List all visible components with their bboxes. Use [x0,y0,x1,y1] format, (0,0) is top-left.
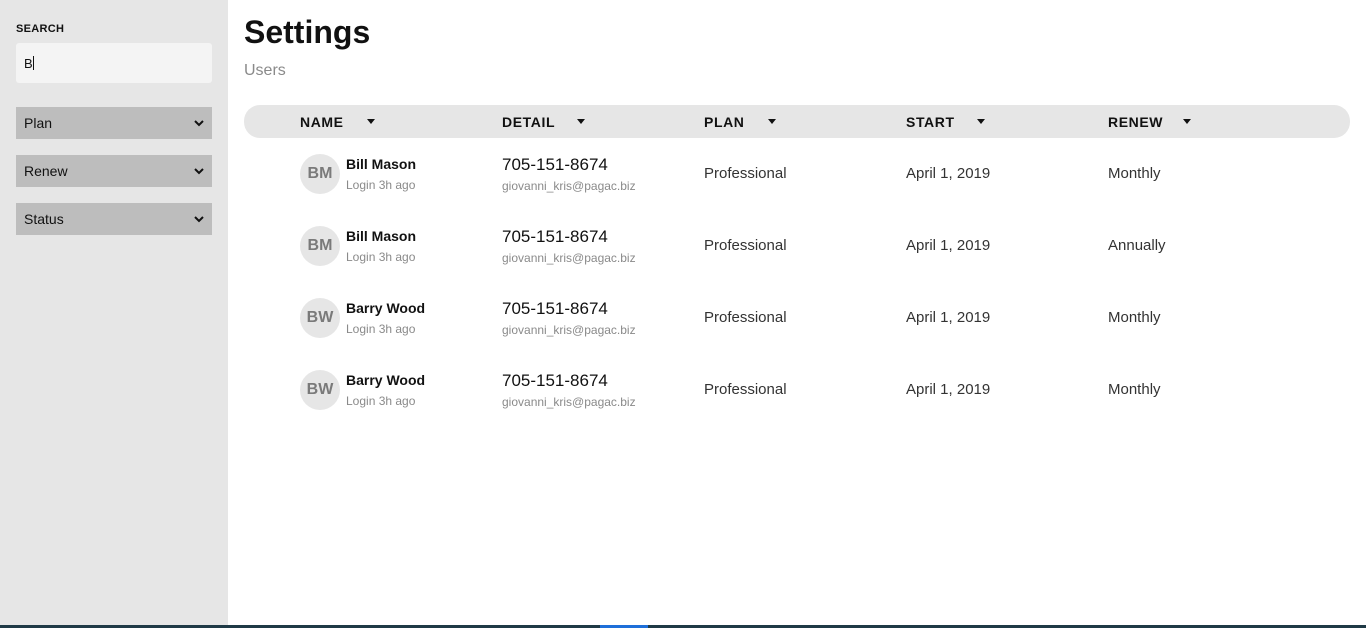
search-label: SEARCH [16,23,65,35]
app-window: SEARCH Plan Renew Status Settings Users [0,0,1366,628]
email-address: giovanni_kris@pagac.biz [502,251,636,265]
phone-number: 705-151-8674 [502,299,608,318]
renew-filter-dropdown[interactable]: Renew [16,155,212,187]
plan-filter-dropdown[interactable]: Plan [16,107,212,139]
status-filter-dropdown[interactable]: Status [16,203,212,235]
search-input[interactable] [16,43,212,83]
status-filter-label: Status [24,211,64,227]
avatar: BM [300,226,340,266]
plan-value: Professional [704,381,787,398]
plan-filter-label: Plan [24,115,53,131]
table-row[interactable]: BM Bill Mason Login 3h ago 705-151-8674 … [244,210,1350,282]
sort-arrow-icon [1183,119,1191,124]
user-name: Barry Wood [346,300,426,316]
plan-value: Professional [704,237,787,254]
renew-value: Monthly [1108,165,1161,182]
column-header-plan[interactable]: PLAN [704,105,794,138]
user-name: Barry Wood [346,372,426,388]
email-address: giovanni_kris@pagac.biz [502,179,636,193]
sort-arrow-icon [577,119,585,124]
column-header-label: RENEW [1108,113,1164,130]
last-login: Login 3h ago [346,394,416,408]
column-header-label: DETAIL [502,113,556,130]
chevron-down-icon [194,166,204,176]
avatar: BM [300,154,340,194]
last-login: Login 3h ago [346,178,416,192]
chevron-down-icon [194,118,204,128]
page-title: Settings [244,14,371,50]
column-header-label: NAME [300,113,344,130]
column-header-detail[interactable]: DETAIL [502,105,592,138]
phone-number: 705-151-8674 [502,155,608,174]
phone-number: 705-151-8674 [502,371,608,390]
start-date: April 1, 2019 [906,309,991,326]
user-name: Bill Mason [346,156,417,172]
user-name: Bill Mason [346,228,417,244]
text-cursor [33,56,34,70]
column-header-start[interactable]: START [906,105,996,138]
sidebar: SEARCH Plan Renew Status [0,0,228,625]
column-header-renew[interactable]: RENEW [1108,105,1198,138]
start-date: April 1, 2019 [906,165,991,182]
sort-arrow-icon [768,119,776,124]
table-row[interactable]: BW Barry Wood Login 3h ago 705-151-8674 … [244,282,1350,354]
main-content: Settings Users NAME DETAIL PLAN START RE… [228,0,1366,625]
column-header-label: PLAN [704,113,745,130]
email-address: giovanni_kris@pagac.biz [502,323,636,337]
table-row[interactable]: BW Barry Wood Login 3h ago 705-151-8674 … [244,354,1350,426]
renew-filter-label: Renew [24,163,68,179]
table-row[interactable]: BM Bill Mason Login 3h ago 705-151-8674 … [244,138,1350,210]
chevron-down-icon [194,214,204,224]
last-login: Login 3h ago [346,322,416,336]
plan-value: Professional [704,309,787,326]
avatar: BW [300,298,340,338]
page-subtitle: Users [244,62,286,79]
sort-arrow-icon [977,119,985,124]
phone-number: 705-151-8674 [502,227,608,246]
last-login: Login 3h ago [346,250,416,264]
renew-value: Monthly [1108,309,1161,326]
avatar: BW [300,370,340,410]
plan-value: Professional [704,165,787,182]
column-header-name[interactable]: NAME [300,105,390,138]
renew-value: Monthly [1108,381,1161,398]
start-date: April 1, 2019 [906,237,991,254]
start-date: April 1, 2019 [906,381,991,398]
email-address: giovanni_kris@pagac.biz [502,395,636,409]
sort-arrow-icon [367,119,375,124]
table-header: NAME DETAIL PLAN START RENEW [244,105,1350,138]
renew-value: Annually [1108,237,1166,254]
column-header-label: START [906,113,955,130]
